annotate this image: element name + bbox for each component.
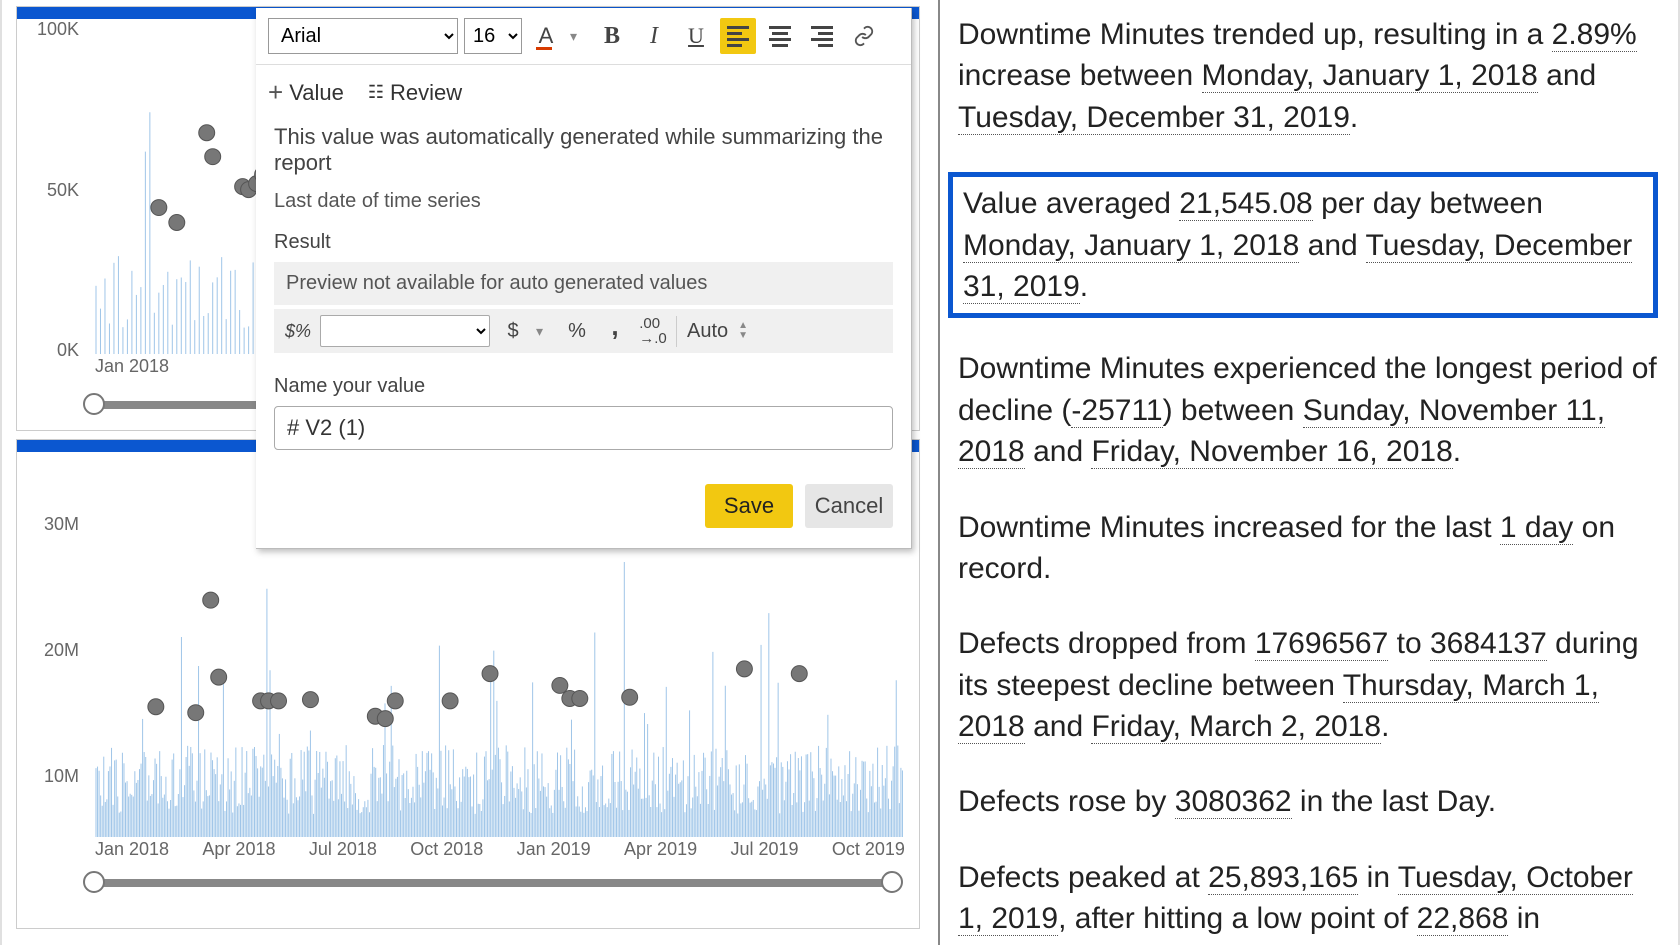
list-icon: ☷ bbox=[368, 82, 384, 103]
bold-button[interactable]: B bbox=[594, 18, 630, 54]
narrative-paragraph: Downtime Minutes trended up, resulting i… bbox=[958, 14, 1658, 138]
italic-button[interactable]: I bbox=[636, 18, 672, 54]
slider-handle-left[interactable] bbox=[83, 393, 105, 415]
format-toolbar: $% $ ▾ % , .00→.0 Auto ▲ ▼ bbox=[274, 309, 893, 353]
align-right-button[interactable] bbox=[804, 18, 840, 54]
narrative-paragraph: Defects rose by 3080362 in the last Day. bbox=[958, 781, 1658, 822]
text-toolbar: Arial 16 A ▾ B I U bbox=[256, 8, 911, 65]
value-name-input[interactable] bbox=[274, 406, 893, 450]
chart1-y-axis: 100K 50K 0K bbox=[27, 19, 79, 361]
result-label: Result bbox=[274, 231, 893, 254]
result-preview: Preview not available for auto generated… bbox=[274, 262, 893, 305]
value-editor-panel: Arial 16 A ▾ B I U bbox=[256, 8, 912, 549]
plus-icon: + bbox=[268, 77, 283, 108]
chart2-y-axis: 30M 20M 10M bbox=[27, 462, 79, 839]
decimals-button[interactable]: .00→.0 bbox=[638, 316, 668, 346]
slider-handle-right[interactable] bbox=[881, 871, 903, 893]
chevron-down-icon: ▼ bbox=[738, 331, 748, 341]
format-type-select[interactable] bbox=[320, 315, 490, 347]
name-label: Name your value bbox=[274, 375, 893, 398]
percent-button[interactable]: % bbox=[562, 316, 592, 346]
chevron-down-icon[interactable]: ▾ bbox=[536, 323, 554, 340]
auto-format-control[interactable]: Auto ▲ ▼ bbox=[676, 316, 758, 347]
narrative-paragraph-selected[interactable]: Value averaged 21,545.08 per day between… bbox=[948, 172, 1658, 318]
narrative-paragraph: Downtime Minutes increased for the last … bbox=[958, 507, 1658, 590]
font-size-select[interactable]: 16 bbox=[464, 18, 522, 54]
underline-button[interactable]: U bbox=[678, 18, 714, 54]
thousands-button[interactable]: , bbox=[600, 316, 630, 346]
editor-tabs: + Value ☷ Review bbox=[256, 65, 911, 114]
narrative-paragraph: Defects peaked at 25,893,165 in Tuesday,… bbox=[958, 857, 1658, 945]
narrative-panel: Downtime Minutes trended up, resulting i… bbox=[940, 0, 1680, 945]
font-family-select[interactable]: Arial bbox=[268, 18, 458, 54]
narrative-paragraph: Downtime Minutes experienced the longest… bbox=[958, 348, 1658, 472]
editor-description: This value was automatically generated w… bbox=[274, 124, 893, 176]
link-button[interactable] bbox=[846, 18, 882, 54]
slider-handle-left[interactable] bbox=[83, 871, 105, 893]
editor-subdescription: Last date of time series bbox=[274, 190, 893, 213]
tab-review[interactable]: ☷ Review bbox=[368, 77, 462, 108]
format-prefix-icon: $% bbox=[284, 321, 312, 342]
align-left-button[interactable] bbox=[720, 18, 756, 54]
align-center-button[interactable] bbox=[762, 18, 798, 54]
currency-button[interactable]: $ bbox=[498, 316, 528, 346]
save-button[interactable]: Save bbox=[705, 484, 793, 528]
narrative-paragraph: Defects dropped from 17696567 to 3684137… bbox=[958, 623, 1658, 747]
chart2-x-axis: Jan 2018 Apr 2018 Jul 2018 Oct 2018 Jan … bbox=[91, 837, 909, 860]
font-color-button[interactable]: A bbox=[528, 18, 564, 54]
tab-value[interactable]: + Value bbox=[268, 77, 344, 108]
cancel-button[interactable]: Cancel bbox=[805, 484, 893, 528]
chart2-range-slider[interactable] bbox=[87, 879, 899, 887]
chevron-down-icon[interactable]: ▾ bbox=[570, 28, 588, 45]
